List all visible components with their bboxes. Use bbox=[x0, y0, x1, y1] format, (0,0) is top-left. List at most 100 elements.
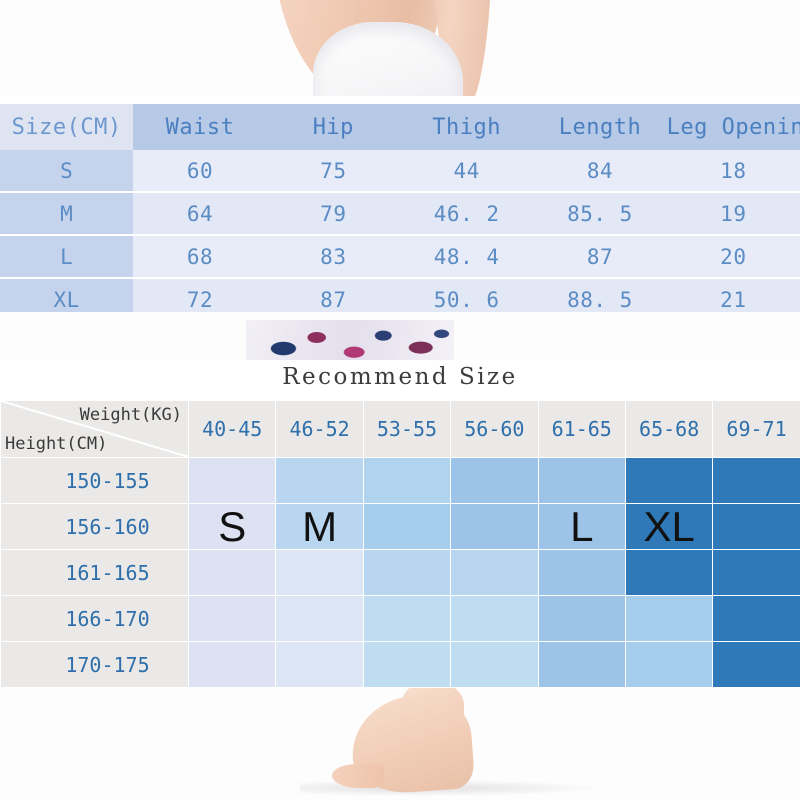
recommend-grid-body: 150-155 156-160 S M L XL 161-165 166-170 170-175 bbox=[0, 457, 800, 688]
weight-column-header-3: 56-60 bbox=[450, 400, 539, 458]
size-table-head: Size(CM) Waist Hip Thigh Length Leg Open… bbox=[0, 104, 800, 150]
grid-cell-r0-c0 bbox=[187, 457, 277, 504]
grid-cell-r4-c6 bbox=[712, 641, 800, 688]
size-table-header-size: Size(CM) bbox=[0, 104, 134, 150]
weight-column-header-4: 61-65 bbox=[537, 400, 626, 458]
grid-cell-r2-c6 bbox=[712, 549, 800, 596]
grid-cell-r3-c3 bbox=[450, 595, 539, 642]
recommended-size-letter-s: S bbox=[218, 502, 247, 550]
grid-cell-r2-c2 bbox=[362, 549, 452, 596]
grid-cell-r1-c3 bbox=[450, 503, 539, 550]
leg-opening-cell-m: 19 bbox=[666, 192, 800, 236]
size-table-body: S 60 75 44 84 18 M 64 79 46. 2 85. 5 19 … bbox=[0, 150, 800, 320]
product-photo-middle bbox=[0, 312, 800, 360]
table-row: 150-155 bbox=[0, 457, 800, 504]
weight-column-header-1: 46-52 bbox=[275, 400, 364, 458]
recommend-size-title: Recommend Size bbox=[282, 364, 518, 390]
product-photo-bottom bbox=[0, 688, 800, 800]
grid-cell-r1-c1: M bbox=[275, 502, 364, 550]
grid-cell-r3-c1 bbox=[275, 595, 364, 642]
grid-cell-r1-c2 bbox=[362, 503, 452, 550]
thigh-cell-s: 44 bbox=[399, 150, 534, 193]
size-table-header-length: Length bbox=[533, 104, 667, 150]
grid-cell-r2-c3 bbox=[450, 549, 539, 596]
size-chart-page: Size(CM) Waist Hip Thigh Length Leg Open… bbox=[0, 0, 800, 800]
toes-shape bbox=[332, 764, 384, 788]
grid-cell-r1-c0: S bbox=[187, 502, 277, 550]
leg-opening-cell-l: 20 bbox=[666, 235, 800, 279]
size-table-header-leg-opening: Leg Opening bbox=[666, 104, 800, 150]
weight-column-header-5: 65-68 bbox=[624, 400, 714, 458]
thigh-cell-m: 46. 2 bbox=[399, 192, 534, 236]
grid-cell-r0-c4 bbox=[537, 457, 626, 504]
hip-cell-s: 75 bbox=[266, 150, 400, 193]
weight-column-header-2: 53-55 bbox=[362, 400, 452, 458]
grid-cell-r1-c4: L bbox=[537, 502, 626, 550]
thigh-cell-l: 48. 4 bbox=[399, 235, 534, 279]
recommend-grid-head: Weight(KG) Height(CM) 40-45 46-52 53-55 … bbox=[0, 400, 800, 458]
size-cell-m: M bbox=[0, 192, 134, 236]
grid-cell-r1-c6 bbox=[712, 503, 800, 550]
hip-cell-m: 79 bbox=[266, 192, 400, 236]
grid-cell-r2-c5 bbox=[624, 549, 714, 596]
table-row: M 64 79 46. 2 85. 5 19 bbox=[0, 192, 800, 236]
grid-cell-r4-c3 bbox=[450, 641, 539, 688]
table-row: L 68 83 48. 4 87 20 bbox=[0, 235, 800, 279]
grid-cell-r1-c5: XL bbox=[624, 502, 714, 550]
axis-split-header-cell: Weight(KG) Height(CM) bbox=[0, 400, 189, 458]
grid-cell-r3-c5 bbox=[624, 595, 714, 642]
height-row-label-3: 166-170 bbox=[0, 595, 189, 642]
height-row-label-1: 156-160 bbox=[0, 503, 189, 550]
hip-cell-l: 83 bbox=[266, 235, 400, 279]
weight-column-header-6: 69-71 bbox=[712, 400, 800, 458]
grid-cell-r4-c4 bbox=[537, 641, 626, 688]
product-photo-top bbox=[0, 0, 800, 96]
recommend-size-grid: Weight(KG) Height(CM) 40-45 46-52 53-55 … bbox=[0, 400, 800, 688]
grid-cell-r3-c0 bbox=[187, 595, 277, 642]
size-cell-s: S bbox=[0, 150, 134, 193]
grid-cell-r4-c2 bbox=[362, 641, 452, 688]
grid-cell-r4-c1 bbox=[275, 641, 364, 688]
height-row-label-0: 150-155 bbox=[0, 457, 189, 504]
grid-cell-r0-c5 bbox=[624, 457, 714, 504]
recommended-size-letter-xl: XL bbox=[643, 502, 695, 550]
grid-cell-r3-c2 bbox=[362, 595, 452, 642]
grid-cell-r2-c4 bbox=[537, 549, 626, 596]
weight-column-header-0: 40-45 bbox=[187, 400, 277, 458]
leg-opening-cell-s: 18 bbox=[666, 150, 800, 193]
grid-cell-r4-c5 bbox=[624, 641, 714, 688]
table-row: 161-165 bbox=[0, 549, 800, 596]
waist-cell-l: 68 bbox=[133, 235, 267, 279]
size-table-header-thigh: Thigh bbox=[399, 104, 534, 150]
length-cell-s: 84 bbox=[533, 150, 667, 193]
height-row-label-2: 161-165 bbox=[0, 549, 189, 596]
recommend-grid-header-row: Weight(KG) Height(CM) 40-45 46-52 53-55 … bbox=[0, 400, 800, 458]
grid-cell-r2-c0 bbox=[187, 549, 277, 596]
length-cell-l: 87 bbox=[533, 235, 667, 279]
grid-cell-r2-c1 bbox=[275, 549, 364, 596]
table-row: 170-175 bbox=[0, 641, 800, 688]
length-cell-m: 85. 5 bbox=[533, 192, 667, 236]
size-table-header-hip: Hip bbox=[266, 104, 400, 150]
size-cell-l: L bbox=[0, 235, 134, 279]
recommended-size-letter-l: L bbox=[570, 502, 594, 550]
table-row: 166-170 bbox=[0, 595, 800, 642]
legging-print-shape bbox=[246, 320, 454, 360]
height-row-label-4: 170-175 bbox=[0, 641, 189, 688]
grid-cell-r0-c3 bbox=[450, 457, 539, 504]
waist-cell-s: 60 bbox=[133, 150, 267, 193]
table-row: S 60 75 44 84 18 bbox=[0, 150, 800, 193]
grid-cell-r0-c2 bbox=[362, 457, 452, 504]
waist-cell-m: 64 bbox=[133, 192, 267, 236]
grid-cell-r0-c6 bbox=[712, 457, 800, 504]
recommended-size-letter-m: M bbox=[302, 502, 338, 550]
grid-cell-r3-c4 bbox=[537, 595, 626, 642]
axis-label-weight: Weight(KG) bbox=[79, 405, 182, 425]
table-row: 156-160 S M L XL bbox=[0, 502, 800, 550]
model-torso-figure bbox=[255, 0, 555, 96]
axis-label-height: Height(CM) bbox=[5, 434, 108, 454]
size-table-header-waist: Waist bbox=[133, 104, 267, 150]
grid-cell-r4-c0 bbox=[187, 641, 277, 688]
size-measurement-table: Size(CM) Waist Hip Thigh Length Leg Open… bbox=[0, 104, 800, 320]
grid-cell-r3-c6 bbox=[712, 595, 800, 642]
